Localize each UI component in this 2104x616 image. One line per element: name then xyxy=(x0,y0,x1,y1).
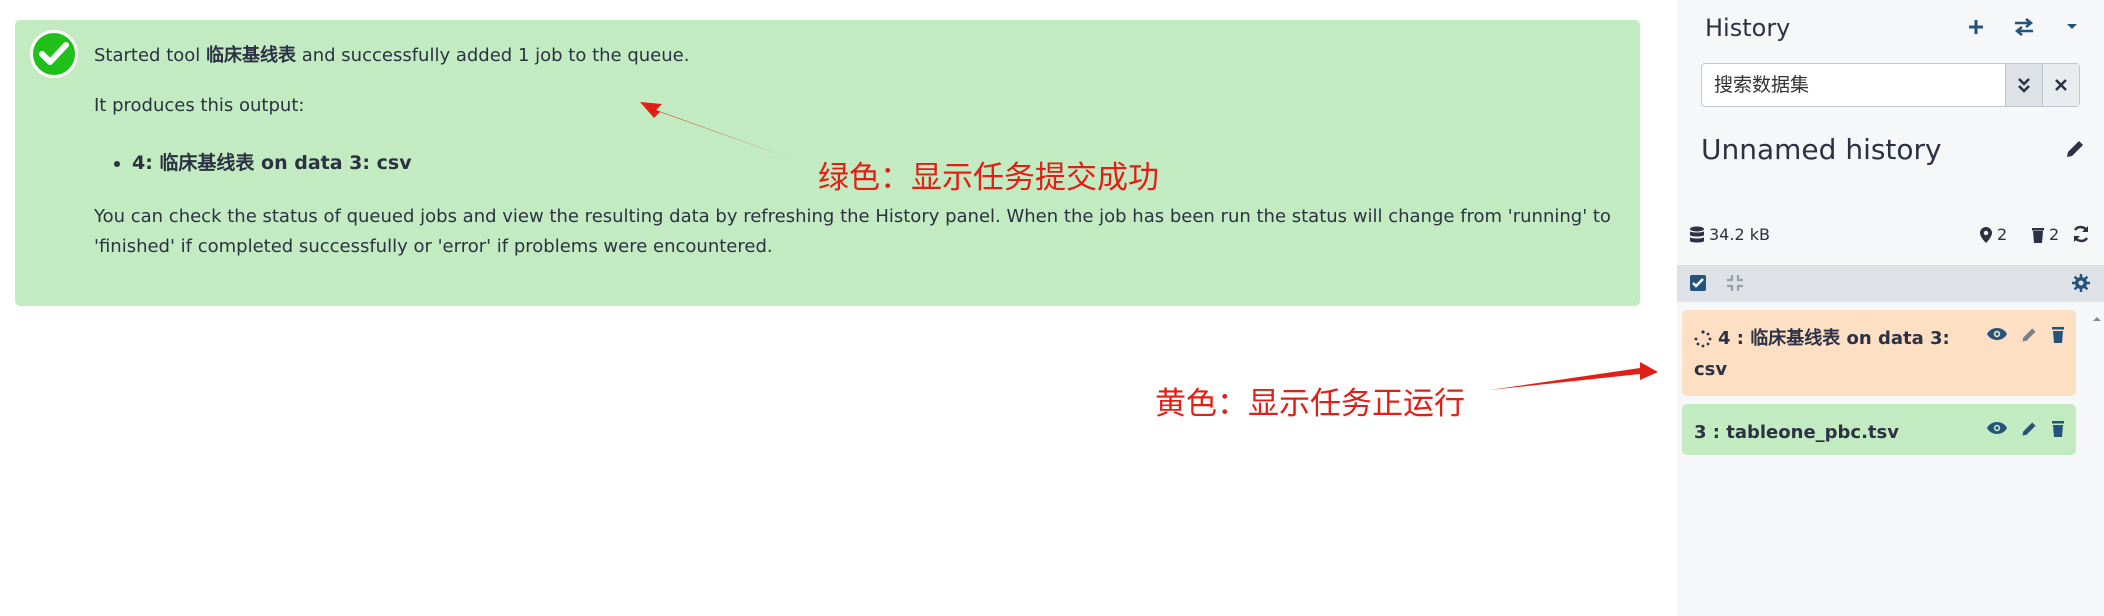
dataset-title: 3 : tableone_pbc.tsv xyxy=(1694,422,1899,443)
annotation-yellow: 黄色：显示任务正运行 xyxy=(1155,386,1465,422)
trash-icon[interactable] xyxy=(2050,326,2066,349)
advanced-search-button[interactable] xyxy=(2005,64,2042,106)
green-annotation-arrow xyxy=(640,102,795,160)
dataset-item-ok[interactable]: 3 : tableone_pbc.tsv xyxy=(1682,404,2076,455)
plus-icon[interactable] xyxy=(1964,14,1988,40)
caret-down-icon[interactable] xyxy=(2060,14,2084,40)
switch-history-icon[interactable] xyxy=(2012,14,2036,40)
dataset-title: 4 : 临床基线表 on data 3: csv xyxy=(1694,327,1950,380)
history-toolbar xyxy=(1677,265,2104,302)
trash-icon[interactable] xyxy=(2050,420,2066,443)
history-actions xyxy=(1964,14,2084,40)
trash-icon xyxy=(2032,227,2044,243)
collapse-icon[interactable] xyxy=(1726,274,1744,296)
database-icon xyxy=(1690,226,1704,242)
pencil-icon[interactable] xyxy=(2064,138,2086,164)
search-input[interactable] xyxy=(1702,64,2005,106)
dataset-actions xyxy=(1986,326,2066,349)
dataset-item-running[interactable]: 4 : 临床基线表 on data 3: csv xyxy=(1682,310,2076,396)
eye-icon[interactable] xyxy=(1986,326,2008,349)
spinner-icon xyxy=(1694,327,1712,348)
eye-icon[interactable] xyxy=(1986,420,2008,443)
history-size[interactable]: 34.2 kB xyxy=(1689,225,1770,244)
dataset-search xyxy=(1701,63,2080,107)
yellow-annotation-arrow xyxy=(1490,362,1658,390)
history-title: History xyxy=(1705,14,1791,42)
clear-search-button[interactable] xyxy=(2042,64,2079,106)
history-stats: 34.2 kB 2 2 xyxy=(1689,222,2089,250)
annotation-green: 绿色：显示任务提交成功 xyxy=(818,160,1159,196)
select-all-icon[interactable] xyxy=(1689,274,1707,296)
history-name: Unnamed history xyxy=(1701,133,1942,166)
pencil-icon[interactable] xyxy=(2020,326,2038,349)
refresh-icon[interactable] xyxy=(2071,224,2091,248)
history-panel: History Unnamed history 34.2 kB 2 xyxy=(1677,0,2104,616)
shown-count[interactable]: 2 xyxy=(1979,225,2007,244)
deleted-count[interactable]: 2 xyxy=(2031,225,2059,244)
map-marker-icon xyxy=(1980,226,1992,243)
gear-icon[interactable] xyxy=(2072,274,2090,296)
pencil-icon[interactable] xyxy=(2020,420,2038,443)
dataset-actions xyxy=(1986,420,2066,443)
scrollbar[interactable] xyxy=(2090,310,2104,616)
